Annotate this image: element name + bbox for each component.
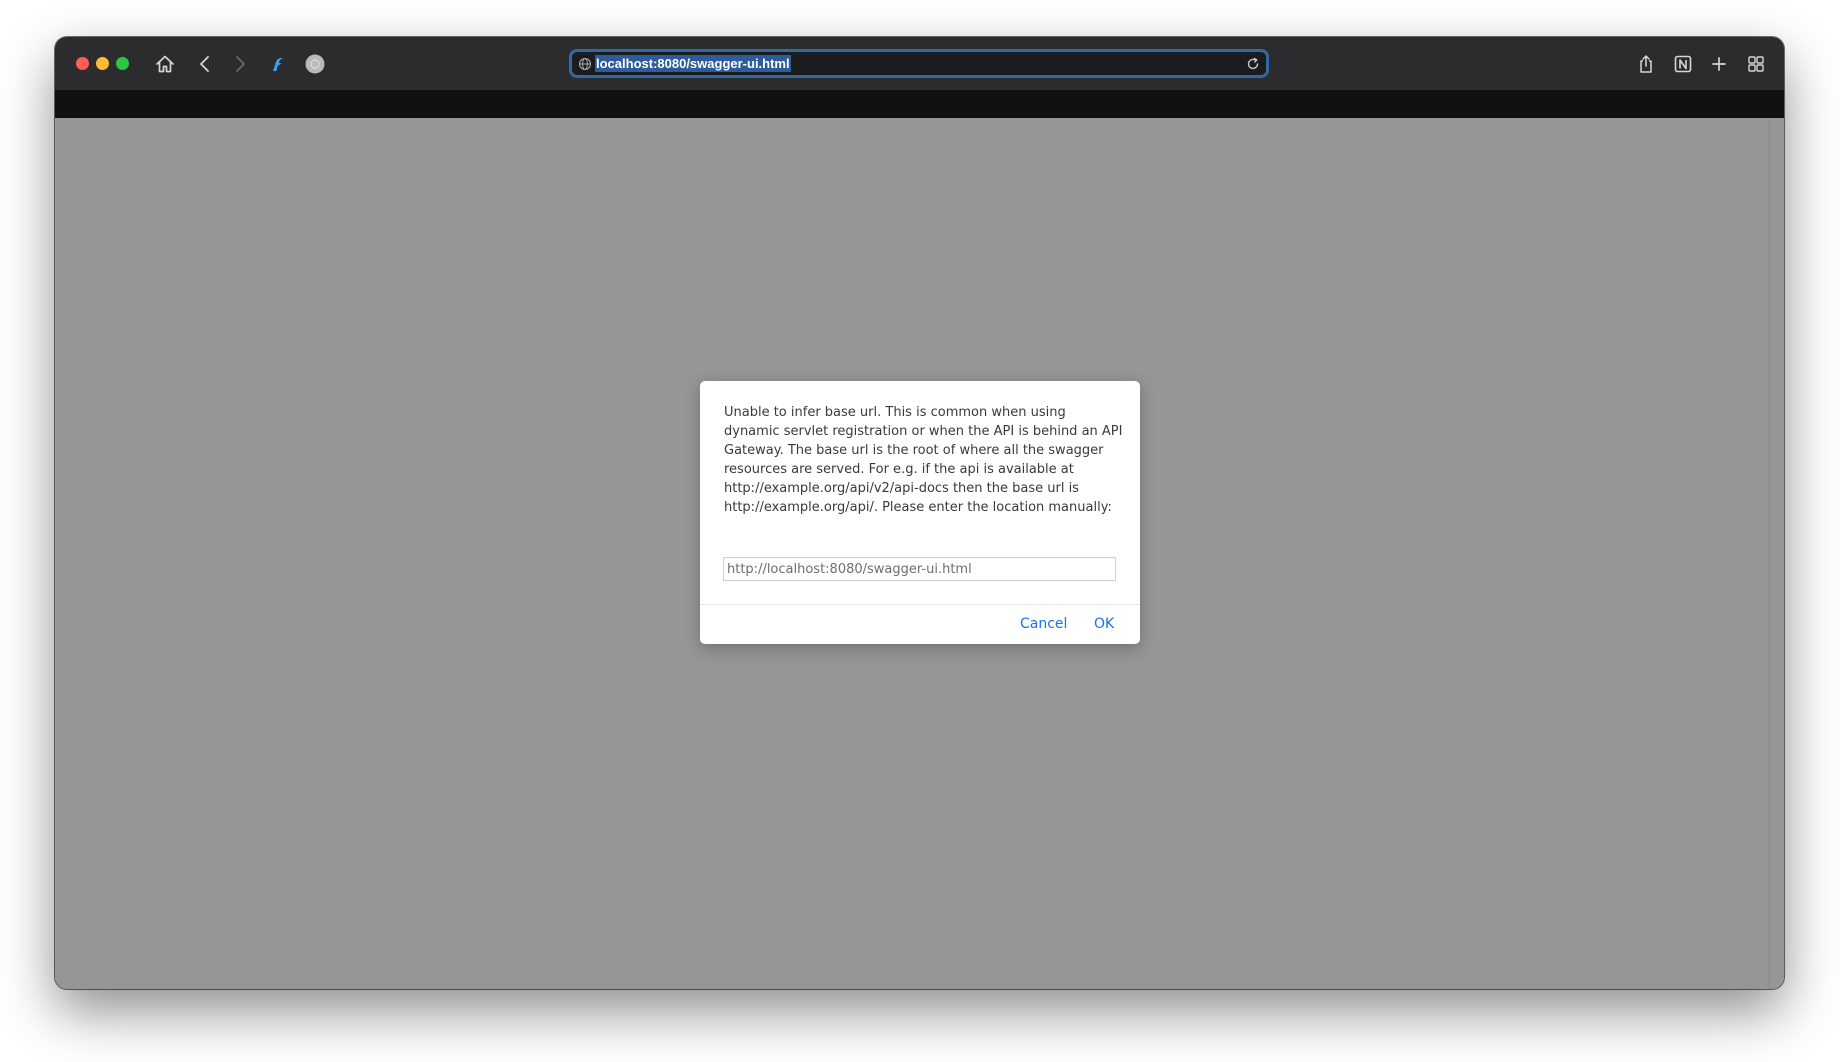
browser-toolbar: localhost:8080/swagger-ui.html: [55, 37, 1784, 90]
globe-icon: [578, 57, 592, 71]
notion-icon[interactable]: [1670, 51, 1696, 77]
page-header-bar: [55, 90, 1784, 118]
profile-icon[interactable]: [302, 51, 328, 77]
ok-button[interactable]: OK: [1094, 614, 1114, 634]
scrollbar[interactable]: [1769, 118, 1770, 989]
dialog-message: Unable to infer base url. This is common…: [724, 405, 1123, 515]
extension-icon[interactable]: [265, 51, 291, 77]
page-overlay: Unable to infer base url. This is common…: [55, 118, 1784, 989]
address-url[interactable]: localhost:8080/swagger-ui.html: [595, 55, 791, 72]
base-url-prompt-dialog: Unable to infer base url. This is common…: [700, 381, 1140, 644]
screen: localhost:8080/swagger-ui.html Unable to…: [0, 0, 1840, 1062]
base-url-input[interactable]: [723, 557, 1116, 581]
forward-icon[interactable]: [227, 51, 253, 77]
back-icon[interactable]: [192, 51, 218, 77]
new-tab-icon[interactable]: [1706, 51, 1732, 77]
close-window-button[interactable]: [76, 57, 89, 70]
dialog-divider: [700, 604, 1140, 605]
tab-overview-icon[interactable]: [1743, 51, 1769, 77]
cancel-button[interactable]: Cancel: [1020, 614, 1067, 634]
share-icon[interactable]: [1633, 51, 1659, 77]
zoom-window-button[interactable]: [116, 57, 129, 70]
address-bar[interactable]: localhost:8080/swagger-ui.html: [569, 49, 1269, 78]
reload-icon[interactable]: [1246, 57, 1260, 71]
home-icon[interactable]: [152, 51, 178, 77]
browser-window: localhost:8080/swagger-ui.html Unable to…: [55, 37, 1784, 989]
minimize-window-button[interactable]: [96, 57, 109, 70]
